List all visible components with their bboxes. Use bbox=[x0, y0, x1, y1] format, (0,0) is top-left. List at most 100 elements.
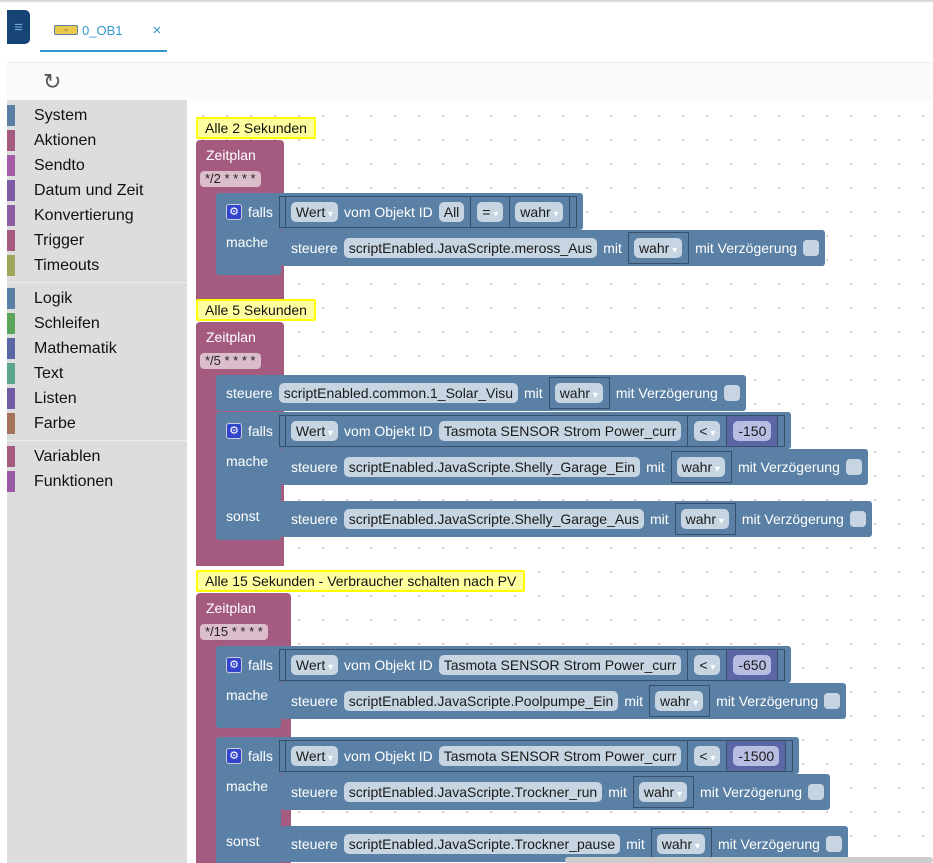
delay-checkbox[interactable] bbox=[824, 693, 841, 709]
compare-block[interactable]: Wert vom Objekt ID All = wahr bbox=[278, 195, 578, 228]
top-shadow bbox=[0, 0, 933, 3]
object-id-field[interactable]: scriptEnabled.JavaScripte.Poolpumpe_Ein bbox=[343, 691, 619, 711]
object-id-field[interactable]: Tasmota SENSOR Strom Power_curr bbox=[438, 745, 682, 766]
control-state-block[interactable]: steuere scriptEnabled.JavaScripte.Shelly_… bbox=[281, 449, 868, 485]
operator-dropdown[interactable]: < bbox=[694, 745, 721, 766]
control-label: steuere bbox=[226, 385, 273, 401]
object-id-field[interactable]: scriptEnabled.common.1_Solar_Visu bbox=[278, 383, 519, 403]
number-value[interactable]: -650 bbox=[733, 654, 772, 675]
with-label: mit bbox=[626, 836, 645, 852]
sidebar-item-trigger[interactable]: Trigger bbox=[7, 228, 187, 253]
cron-field[interactable]: */15 * * * * bbox=[200, 624, 268, 640]
condition-socket: Wert vom Objekt ID Tasmota SENSOR Strom Po… bbox=[284, 739, 689, 772]
sidebar-item-timeouts[interactable]: Timeouts bbox=[7, 253, 187, 278]
control-state-block[interactable]: steuere scriptEnabled.common.1_Solar_Visu… bbox=[216, 375, 746, 411]
sidebar-item-aktionen[interactable]: Aktionen bbox=[7, 128, 187, 153]
operator-dropdown[interactable]: < bbox=[694, 654, 721, 675]
delay-checkbox[interactable] bbox=[803, 240, 820, 256]
delay-checkbox[interactable] bbox=[845, 459, 862, 475]
sidebar-item-konvertierung[interactable]: Konvertierung bbox=[7, 203, 187, 228]
compare-block[interactable]: Wert vom Objekt ID Tasmota SENSOR Strom Po… bbox=[278, 739, 794, 772]
number-block[interactable]: -650 bbox=[726, 648, 779, 681]
block-category-sidebar: System Aktionen Sendto Datum und Zeit Konver… bbox=[7, 100, 187, 863]
tab-label: 0_OB1 bbox=[82, 22, 123, 38]
value-dropdown[interactable]: Wert bbox=[290, 201, 339, 222]
value-socket: wahr bbox=[509, 195, 571, 228]
delay-label: mit Verzögerung bbox=[741, 511, 844, 527]
comment-bubble[interactable]: Alle 2 Sekunden bbox=[196, 117, 316, 139]
comment-bubble[interactable]: Alle 5 Sekunden bbox=[196, 299, 316, 321]
object-id-field[interactable]: scriptEnabled.JavaScripte.Shelly_Garage_… bbox=[343, 457, 641, 477]
operator-dropdown[interactable]: = bbox=[477, 201, 504, 222]
object-id-field[interactable]: scriptEnabled.JavaScripte.Trockner_run bbox=[343, 782, 603, 802]
category-label: Konvertierung bbox=[34, 206, 134, 224]
sidebar-item-schleifen[interactable]: Schleifen bbox=[7, 311, 187, 336]
compare-block[interactable]: Wert vom Objekt ID Tasmota SENSOR Strom Po… bbox=[278, 414, 786, 447]
mutator-gear-icon[interactable]: ⚙ bbox=[226, 422, 242, 439]
boolean-dropdown[interactable]: wahr bbox=[515, 201, 564, 222]
object-id-field[interactable]: Tasmota SENSOR Strom Power_curr bbox=[438, 420, 682, 441]
object-id-field[interactable]: scriptEnabled.JavaScripte.Trockner_pause bbox=[343, 834, 621, 854]
object-id-field[interactable]: All bbox=[438, 201, 465, 222]
tab-0-ob1[interactable]: ▭ 0_OB1 × bbox=[40, 10, 167, 52]
refresh-icon[interactable]: ↻ bbox=[43, 69, 61, 95]
sidebar-item-listen[interactable]: Listen bbox=[7, 386, 187, 411]
boolean-dropdown[interactable]: wahr bbox=[638, 782, 688, 802]
delay-checkbox[interactable] bbox=[825, 836, 842, 852]
close-tab-icon[interactable]: × bbox=[152, 22, 161, 39]
value-dropdown[interactable]: Wert bbox=[290, 745, 339, 766]
control-state-block[interactable]: steuere scriptEnabled.JavaScripte.Trockne… bbox=[281, 774, 830, 810]
sidebar-item-logik[interactable]: Logik bbox=[7, 286, 187, 311]
sidebar-item-funktionen[interactable]: Funktionen bbox=[7, 469, 187, 494]
object-id-field[interactable]: scriptEnabled.JavaScripte.meross_Aus bbox=[343, 238, 598, 258]
boolean-dropdown[interactable]: wahr bbox=[676, 457, 725, 477]
category-color-bar bbox=[7, 230, 15, 251]
sidebar-item-sendto[interactable]: Sendto bbox=[7, 153, 187, 178]
sidebar-item-system[interactable]: System bbox=[7, 103, 187, 128]
sidebar-item-datum-und-zeit[interactable]: Datum und Zeit bbox=[7, 178, 187, 203]
category-label: Logik bbox=[34, 289, 73, 307]
cron-field[interactable]: */2 * * * * bbox=[200, 171, 261, 187]
blockly-workspace[interactable]: Alle 2 Sekunden Zeitplan */2 * * * * mache ⚙… bbox=[187, 100, 933, 863]
boolean-dropdown[interactable]: wahr bbox=[633, 238, 683, 258]
do-label: mache bbox=[226, 687, 269, 703]
menu-button[interactable]: ≡ bbox=[7, 10, 30, 44]
category-color-bar bbox=[7, 338, 15, 359]
sidebar-item-farbe[interactable]: Farbe bbox=[7, 411, 187, 436]
mutator-gear-icon[interactable]: ⚙ bbox=[226, 203, 242, 220]
category-color-bar bbox=[7, 155, 15, 176]
number-block[interactable]: -150 bbox=[726, 414, 779, 447]
control-state-block[interactable]: steuere scriptEnabled.JavaScripte.meross_… bbox=[281, 230, 826, 266]
number-block[interactable]: -1500 bbox=[726, 739, 787, 772]
category-label: Sendto bbox=[34, 156, 85, 174]
delay-checkbox[interactable] bbox=[849, 511, 866, 527]
control-state-block[interactable]: steuere scriptEnabled.JavaScripte.Shelly_… bbox=[281, 501, 872, 537]
value-dropdown[interactable]: Wert bbox=[290, 654, 339, 675]
cron-field[interactable]: */5 * * * * bbox=[200, 353, 261, 369]
compare-block[interactable]: Wert vom Objekt ID Tasmota SENSOR Strom Po… bbox=[278, 648, 786, 681]
number-value[interactable]: -1500 bbox=[733, 745, 780, 766]
delay-checkbox[interactable] bbox=[808, 784, 824, 800]
value-dropdown[interactable]: Wert bbox=[290, 420, 339, 441]
operator-dropdown[interactable]: < bbox=[694, 420, 721, 441]
do-label: mache bbox=[226, 778, 269, 794]
object-id-field[interactable]: scriptEnabled.JavaScripte.Shelly_Garage_… bbox=[343, 509, 644, 529]
sidebar-item-mathematik[interactable]: Mathematik bbox=[7, 336, 187, 361]
control-state-block[interactable]: steuere scriptEnabled.JavaScripte.Poolpum… bbox=[281, 683, 847, 719]
delay-checkbox[interactable] bbox=[723, 385, 740, 401]
mutator-gear-icon[interactable]: ⚙ bbox=[226, 656, 242, 673]
sidebar-item-variablen[interactable]: Variablen bbox=[7, 444, 187, 469]
number-value[interactable]: -150 bbox=[733, 420, 772, 441]
boolean-dropdown[interactable]: wahr bbox=[554, 383, 603, 403]
boolean-dropdown[interactable]: wahr bbox=[680, 509, 729, 529]
comment-bubble[interactable]: Alle 15 Sekunden - Verbraucher schalten … bbox=[196, 570, 526, 592]
object-id-field[interactable]: Tasmota SENSOR Strom Power_curr bbox=[438, 654, 682, 675]
script-block-icon: ▭ bbox=[54, 25, 78, 35]
horizontal-scrollbar[interactable] bbox=[565, 857, 933, 863]
sidebar-item-text[interactable]: Text bbox=[7, 361, 187, 386]
mutator-gear-icon[interactable]: ⚙ bbox=[226, 747, 242, 764]
boolean-dropdown[interactable]: wahr bbox=[654, 691, 704, 711]
category-color-bar bbox=[7, 313, 15, 334]
boolean-dropdown[interactable]: wahr bbox=[656, 834, 705, 854]
value-socket: wahr bbox=[548, 377, 610, 409]
